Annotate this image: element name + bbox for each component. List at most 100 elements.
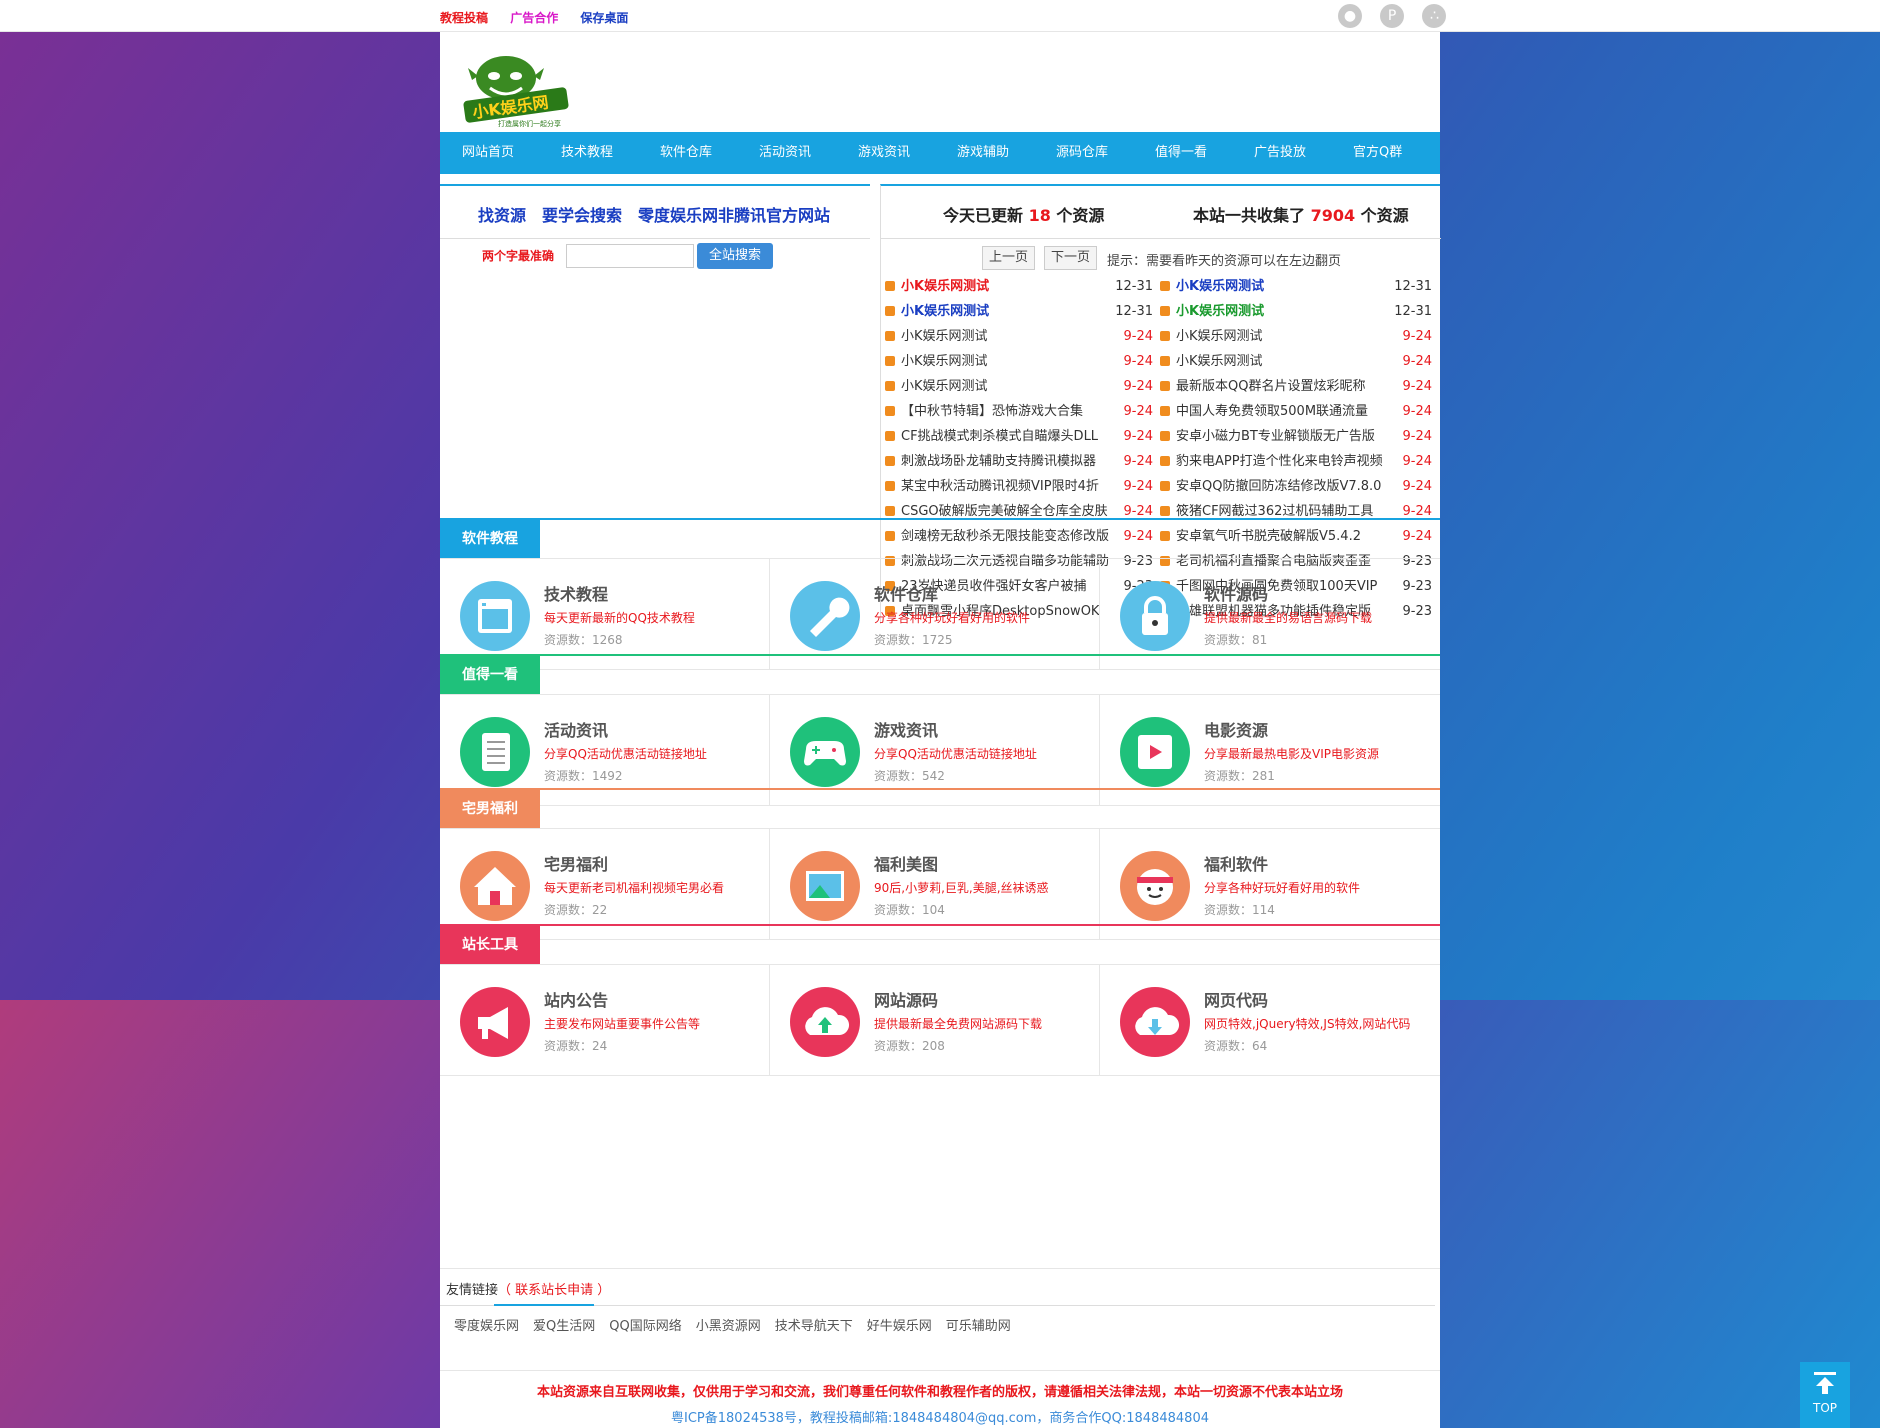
update-item-title[interactable]: CSGO破解版完美破解全仓库全皮肤 <box>901 504 1108 519</box>
update-item-title[interactable]: 【中秋节特辑】恐怖游戏大合集 <box>901 404 1083 419</box>
category-title[interactable]: 网页代码 <box>1204 987 1268 1011</box>
search-input[interactable] <box>566 244 694 268</box>
qq-icon[interactable]: ● <box>1338 4 1362 28</box>
top-link-save-desktop[interactable]: 保存桌面 <box>580 11 628 25</box>
rss-icon <box>1160 431 1170 441</box>
section-tab[interactable]: 软件教程 <box>440 520 540 558</box>
friend-link[interactable]: 技术导航天下 <box>775 1319 853 1334</box>
update-item-title[interactable]: 中国人寿免费领取500M联通流量 <box>1176 404 1368 419</box>
update-list-item[interactable]: 某宝中秋活动腾讯视频VIP限时4折 9-24 <box>885 474 1153 499</box>
next-page-button[interactable]: 下一页 <box>1044 246 1098 270</box>
nav-item-software[interactable]: 软件仓库 <box>660 132 712 174</box>
category-title[interactable]: 站内公告 <box>544 987 608 1011</box>
search-slogan[interactable]: 找资源 要学会搜索 零度娱乐网非腾讯官方网站 <box>478 202 830 226</box>
top-links: 教程投稿 广告合作 保存桌面 <box>440 9 646 26</box>
nav-item-game-news[interactable]: 游戏资讯 <box>858 132 910 174</box>
friend-link[interactable]: 零度娱乐网 <box>454 1319 519 1334</box>
rss-icon <box>885 356 895 366</box>
category-card[interactable]: 网站源码 提供最新最全免费网站源码下载 资源数：208 <box>770 964 1100 1076</box>
section-tab[interactable]: 站长工具 <box>440 926 540 964</box>
top-link-submit[interactable]: 教程投稿 <box>440 11 488 25</box>
category-title[interactable]: 游戏资讯 <box>874 717 938 741</box>
category-title[interactable]: 软件源码 <box>1204 581 1268 605</box>
update-item-title[interactable]: 某宝中秋活动腾讯视频VIP限时4折 <box>901 479 1099 494</box>
update-item-title[interactable]: 豹来电APP打造个性化来电铃声视频 <box>1176 454 1383 469</box>
category-title[interactable]: 软件仓库 <box>874 581 938 605</box>
friend-link[interactable]: 小黑资源网 <box>696 1319 761 1334</box>
category-title[interactable]: 电影资源 <box>1204 717 1268 741</box>
rss-icon <box>1160 331 1170 341</box>
update-item-title[interactable]: 最新版本QQ群名片设置炫彩昵称 <box>1176 379 1365 394</box>
nav-item-qq-group[interactable]: 官方Q群 <box>1353 132 1402 174</box>
pinterest-icon[interactable]: P <box>1380 4 1405 28</box>
update-list-item[interactable]: 豹来电APP打造个性化来电铃声视频 9-24 <box>1160 449 1432 474</box>
category-title[interactable]: 宅男福利 <box>544 851 608 875</box>
search-button[interactable]: 全站搜索 <box>697 243 773 269</box>
update-item-title[interactable]: 小K娱乐网测试 <box>1176 329 1263 344</box>
nav-item-game-cheats[interactable]: 游戏辅助 <box>957 132 1009 174</box>
update-item-title[interactable]: 小K娱乐网测试 <box>901 279 989 294</box>
nav-item-worth-seeing[interactable]: 值得一看 <box>1155 132 1207 174</box>
friend-link[interactable]: 好牛娱乐网 <box>867 1319 932 1334</box>
category-desc: 分享QQ活动优惠活动链接地址 <box>544 747 707 761</box>
friend-link[interactable]: 可乐辅助网 <box>946 1319 1011 1334</box>
update-list-item[interactable]: 小K娱乐网测试 9-24 <box>885 324 1153 349</box>
friend-link[interactable]: 爱Q生活网 <box>533 1319 595 1334</box>
update-list-item[interactable]: 小K娱乐网测试 12-31 <box>1160 274 1432 299</box>
nav-item-source-code[interactable]: 源码仓库 <box>1056 132 1108 174</box>
friend-apply-link[interactable]: （ 联系站长申请 ） <box>498 1283 610 1298</box>
category-title[interactable]: 活动资讯 <box>544 717 608 741</box>
friend-link[interactable]: QQ国际网络 <box>609 1319 681 1334</box>
update-item-title[interactable]: 筱猪CF网截过362过机码辅助工具 <box>1176 504 1373 519</box>
update-list-item[interactable]: 最新版本QQ群名片设置炫彩昵称 9-24 <box>1160 374 1432 399</box>
update-item-title[interactable]: 安卓QQ防撤回防冻结修改版V7.8.0 <box>1176 479 1381 494</box>
section-tab[interactable]: 值得一看 <box>440 656 540 694</box>
nav-item-activities[interactable]: 活动资讯 <box>759 132 811 174</box>
rss-icon <box>1160 356 1170 366</box>
update-item-title[interactable]: 小K娱乐网测试 <box>1176 354 1263 369</box>
update-item-title[interactable]: 安卓小磁力BT专业解锁版无广告版 <box>1176 429 1375 444</box>
back-to-top-button[interactable]: TOP <box>1800 1362 1850 1428</box>
rss-icon <box>885 481 895 491</box>
category-title[interactable]: 技术教程 <box>544 581 608 605</box>
category-count: 资源数：64 <box>1204 1039 1268 1053</box>
update-list-item[interactable]: 小K娱乐网测试 9-24 <box>885 374 1153 399</box>
section-tab[interactable]: 宅男福利 <box>440 790 540 828</box>
category-desc: 分享QQ活动优惠活动链接地址 <box>874 747 1037 761</box>
category-card[interactable]: 网页代码 网页特效,jQuery特效,JS特效,网站代码 资源数：64 <box>1100 964 1440 1076</box>
update-item-date: 9-24 <box>1123 379 1153 394</box>
prev-page-button[interactable]: 上一页 <box>982 246 1036 270</box>
update-item-title[interactable]: 小K娱乐网测试 <box>1176 304 1264 319</box>
category-count: 资源数：208 <box>874 1039 945 1053</box>
update-list-item[interactable]: 刺激战场卧龙辅助支持腾讯模拟器 9-24 <box>885 449 1153 474</box>
update-item-date: 12-31 <box>1394 304 1432 319</box>
update-list-item[interactable]: 【中秋节特辑】恐怖游戏大合集 9-24 <box>885 399 1153 424</box>
update-list-item[interactable]: 小K娱乐网测试 12-31 <box>885 299 1153 324</box>
update-item-title[interactable]: 小K娱乐网测试 <box>901 304 989 319</box>
update-list-item[interactable]: 中国人寿免费领取500M联通流量 9-24 <box>1160 399 1432 424</box>
update-list-item[interactable]: 小K娱乐网测试 9-24 <box>1160 324 1432 349</box>
update-list-item[interactable]: 小K娱乐网测试 9-24 <box>885 349 1153 374</box>
nav-item-advertise[interactable]: 广告投放 <box>1254 132 1306 174</box>
category-title[interactable]: 福利美图 <box>874 851 938 875</box>
update-item-title[interactable]: 小K娱乐网测试 <box>901 354 988 369</box>
update-list-item[interactable]: 小K娱乐网测试 9-24 <box>1160 349 1432 374</box>
update-item-title[interactable]: 小K娱乐网测试 <box>1176 279 1264 294</box>
nav-item-home[interactable]: 网站首页 <box>462 132 514 174</box>
top-link-ads[interactable]: 广告合作 <box>510 11 558 25</box>
update-list-item[interactable]: CF挑战模式刺杀模式自瞄爆头DLL 9-24 <box>885 424 1153 449</box>
update-item-title[interactable]: 小K娱乐网测试 <box>901 329 988 344</box>
update-item-title[interactable]: CF挑战模式刺杀模式自瞄爆头DLL <box>901 429 1098 444</box>
update-list-item[interactable]: 小K娱乐网测试 12-31 <box>885 274 1153 299</box>
category-card[interactable]: 站内公告 主要发布网站重要事件公告等 资源数：24 <box>440 964 770 1076</box>
update-item-date: 12-31 <box>1115 279 1153 294</box>
rss-icon[interactable]: ∴ <box>1422 4 1447 28</box>
update-item-title[interactable]: 刺激战场卧龙辅助支持腾讯模拟器 <box>901 454 1096 469</box>
update-list-item[interactable]: 小K娱乐网测试 12-31 <box>1160 299 1432 324</box>
category-title[interactable]: 网站源码 <box>874 987 938 1011</box>
category-title[interactable]: 福利软件 <box>1204 851 1268 875</box>
update-list-item[interactable]: 安卓小磁力BT专业解锁版无广告版 9-24 <box>1160 424 1432 449</box>
update-item-title[interactable]: 小K娱乐网测试 <box>901 379 988 394</box>
nav-item-tutorials[interactable]: 技术教程 <box>561 132 613 174</box>
update-list-item[interactable]: 安卓QQ防撤回防冻结修改版V7.8.0 9-24 <box>1160 474 1432 499</box>
